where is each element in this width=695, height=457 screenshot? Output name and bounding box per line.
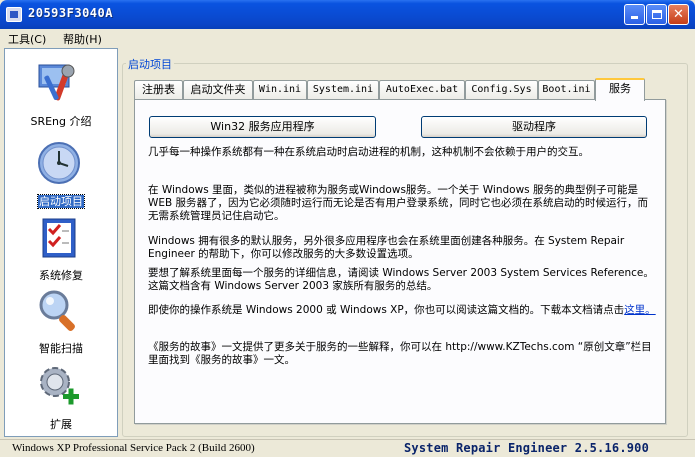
menu-bar: 工具(C) 帮助(H)	[0, 29, 695, 47]
paragraph-defaults: Windows 拥有很多的默认服务，另外很多应用程序也会在系统里面创建各种服务。…	[148, 235, 625, 260]
drivers-button[interactable]: 驱动程序	[421, 116, 647, 138]
tab-win-ini[interactable]: Win.ini	[253, 80, 307, 100]
menu-tools[interactable]: 工具(C)	[8, 31, 46, 47]
menu-help[interactable]: 帮助(H)	[63, 31, 102, 47]
minimize-icon	[631, 16, 638, 19]
clock-icon	[38, 142, 80, 184]
download-text: 即使你的操作系统是 Windows 2000 或 Windows XP，你也可以…	[148, 304, 625, 316]
win32-services-button[interactable]: Win32 服务应用程序	[149, 116, 376, 138]
close-icon: ✕	[673, 7, 684, 22]
sidebar-item-label: SREng 介绍	[30, 115, 92, 128]
sidebar-item-extensions[interactable]: 扩展	[5, 356, 117, 432]
title-bar[interactable]: 20593F3040A ✕	[0, 0, 695, 29]
checklist-icon	[42, 218, 76, 258]
tab-system-ini[interactable]: System.ini	[307, 80, 379, 100]
download-link[interactable]: 这里。	[624, 304, 656, 316]
os-info: Windows XP Professional Service Pack 2 (…	[12, 442, 255, 454]
gear-plus-icon	[40, 367, 79, 405]
sidebar-item-system-repair[interactable]: 系统修复	[5, 207, 117, 283]
app-icon[interactable]	[6, 7, 22, 22]
version-info: System Repair Engineer 2.5.16.900	[404, 441, 650, 455]
sidebar-item-label: 扩展	[50, 418, 72, 431]
tools-icon	[38, 64, 75, 101]
tab-autoexec-bat[interactable]: AutoExec.bat	[379, 80, 465, 100]
tab-config-sys[interactable]: Config.Sys	[465, 80, 538, 100]
group-title: 启动项目	[126, 56, 174, 72]
maximize-icon	[652, 10, 662, 19]
sidebar-item-sreng-intro[interactable]: SREng 介绍	[5, 53, 117, 129]
sidebar: SREng 介绍 启动项目 系统修复 智能扫描 扩展	[4, 48, 118, 437]
paragraph-reference: 要想了解系统里面每一个服务的详细信息，请阅读 Windows Server 20…	[148, 267, 654, 292]
tab-boot-ini[interactable]: Boot.ini	[538, 80, 595, 100]
tab-services[interactable]: 服务	[595, 78, 645, 101]
paragraph-download: 即使你的操作系统是 Windows 2000 或 Windows XP，你也可以…	[148, 304, 658, 317]
paragraph-story: 《服务的故事》一文提供了更多关于服务的一些解释，你可以在 http://www.…	[148, 341, 652, 366]
sidebar-item-smart-scan[interactable]: 智能扫描	[5, 280, 117, 356]
tab-registry[interactable]: 注册表	[134, 80, 183, 100]
paragraph-services: 在 Windows 里面，类似的进程被称为服务或Windows服务。一个关于 W…	[148, 184, 649, 222]
tab-startup-folder[interactable]: 启动文件夹	[183, 80, 253, 100]
close-button[interactable]: ✕	[668, 4, 689, 25]
window-title: 20593F3040A	[28, 6, 113, 20]
status-bar: Windows XP Professional Service Pack 2 (…	[0, 439, 695, 457]
minimize-button[interactable]	[624, 4, 645, 25]
sidebar-item-label: 智能扫描	[39, 342, 83, 355]
magnifier-icon	[39, 290, 75, 331]
maximize-button[interactable]	[646, 4, 667, 25]
sidebar-item-startup[interactable]: 启动项目	[5, 133, 117, 209]
paragraph-intro: 几乎每一种操作系统都有一种在系统启动时启动进程的机制，这种机制不会依赖于用户的交…	[148, 146, 589, 158]
